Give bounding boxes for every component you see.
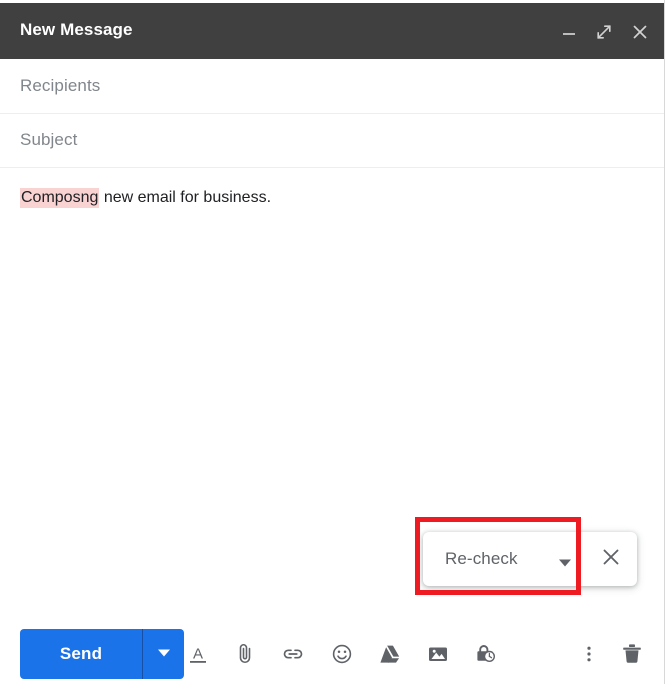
discard-draft-button[interactable] — [616, 638, 648, 670]
recheck-label: Re-check — [445, 549, 518, 568]
chevron-down-icon — [558, 555, 572, 573]
photo-icon — [425, 641, 451, 667]
spellcheck-panel: Re-check — [423, 532, 637, 586]
recipients-placeholder: Recipients — [20, 76, 101, 95]
chevron-down-icon — [157, 645, 171, 663]
subject-placeholder: Subject — [20, 130, 78, 149]
attach-files-button[interactable] — [229, 638, 261, 670]
confidential-icon — [473, 641, 499, 667]
trash-icon — [619, 641, 645, 667]
send-options-button[interactable] — [143, 629, 184, 679]
insert-emoji-button[interactable] — [326, 638, 358, 670]
spellcheck-close-button[interactable] — [585, 532, 637, 586]
close-button[interactable] — [627, 19, 653, 45]
close-icon — [600, 546, 622, 573]
message-body[interactable]: Composng new email for business. — [20, 186, 640, 210]
link-icon — [280, 641, 306, 667]
send-button[interactable]: Send — [20, 629, 142, 679]
more-options-icon — [578, 643, 600, 665]
recipients-field[interactable]: Recipients — [0, 66, 664, 114]
recheck-dropdown[interactable]: Re-check — [423, 532, 578, 586]
drive-icon — [377, 641, 403, 667]
emoji-icon — [329, 641, 355, 667]
expand-icon — [595, 23, 613, 41]
expand-button[interactable] — [591, 19, 617, 45]
confidential-mode-button[interactable] — [470, 638, 502, 670]
misspelled-word[interactable]: Composng — [20, 188, 100, 208]
close-icon — [631, 23, 649, 41]
insert-drive-file-button[interactable] — [374, 638, 406, 670]
compose-header: New Message — [0, 3, 664, 59]
svg-text:A: A — [193, 646, 203, 663]
compose-window: New Message Recipients Subject Composng … — [0, 0, 665, 684]
more-options-button[interactable] — [573, 638, 605, 670]
insert-photo-button[interactable] — [422, 638, 454, 670]
format-options-button[interactable]: A — [182, 638, 214, 670]
format-icon: A — [186, 642, 210, 666]
insert-link-button[interactable] — [277, 638, 309, 670]
minimize-icon — [561, 24, 577, 40]
compose-toolbar: Send A — [0, 612, 664, 684]
compose-title: New Message — [20, 20, 133, 39]
minimize-button[interactable] — [556, 19, 582, 45]
attach-icon — [233, 642, 257, 666]
message-body-text: new email for business. — [99, 189, 272, 206]
send-label: Send — [59, 644, 103, 663]
subject-field[interactable]: Subject — [0, 120, 664, 168]
